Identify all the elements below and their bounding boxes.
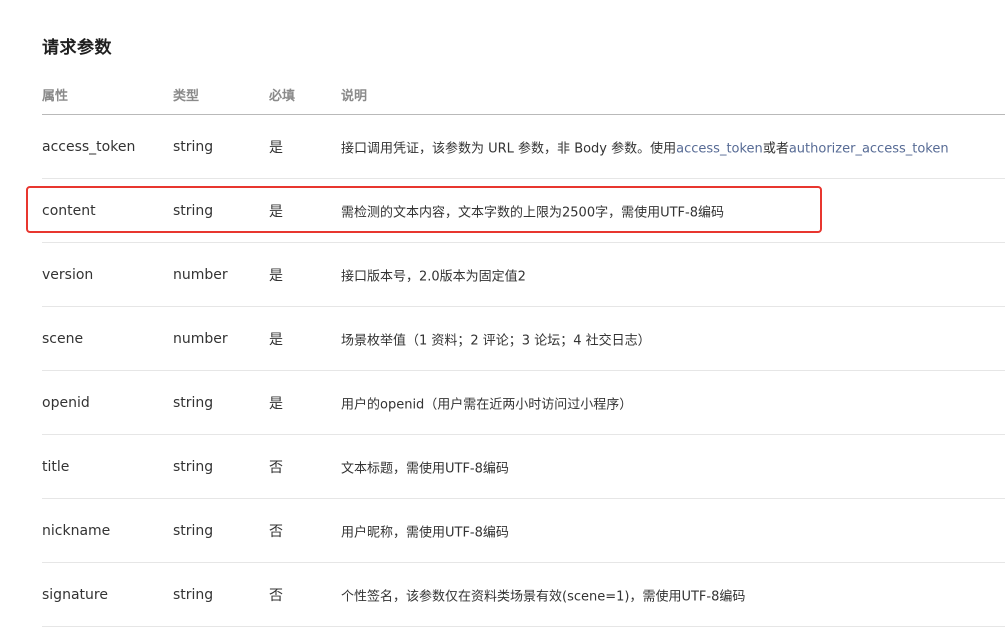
param-type: string (173, 458, 214, 475)
param-description: 场景枚举值（1 资料；2 评论；3 论坛；4 社交日志） (341, 333, 651, 348)
table-row-scene: scene number 是 场景枚举值（1 资料；2 评论；3 论坛；4 社交… (42, 307, 1005, 371)
table-header: 属性 类型 必填 说明 (42, 72, 1005, 115)
column-header-type: 类型 (173, 89, 200, 104)
param-description: 用户昵称，需使用UTF-8编码 (341, 525, 509, 540)
param-type: string (173, 138, 214, 155)
param-description: 个性签名，该参数仅在资料类场景有效(scene=1)，需使用UTF-8编码 (341, 589, 746, 604)
param-description: 需检测的文本内容，文本字数的上限为2500字，需使用UTF-8编码 (341, 205, 724, 220)
params-table: 属性 类型 必填 说明 access_token string 是 接口调用凭证… (42, 72, 1005, 627)
param-name: scene (42, 330, 84, 347)
param-name: access_token (42, 138, 136, 155)
table-row-version: version number 是 接口版本号，2.0版本为固定值2 (42, 243, 1005, 307)
param-required: 是 (269, 395, 283, 412)
param-type: string (173, 202, 214, 219)
table-row-title: title string 否 文本标题，需使用UTF-8编码 (42, 435, 1005, 499)
param-type: number (173, 266, 228, 283)
param-required: 是 (269, 139, 283, 156)
param-name: version (42, 266, 94, 283)
param-required: 否 (269, 587, 283, 604)
param-required: 否 (269, 523, 283, 540)
param-name: openid (42, 394, 90, 411)
column-header-name: 属性 (42, 89, 69, 104)
param-type: number (173, 330, 228, 347)
param-name: nickname (42, 522, 111, 539)
description-text-or: 或者 (762, 141, 789, 156)
param-name: content (42, 202, 96, 219)
param-required: 是 (269, 267, 283, 284)
param-required: 是 (269, 203, 283, 220)
description-text: 接口调用凭证，该参数为 URL 参数，非 Body 参数。使用 (341, 141, 677, 156)
table-row-access-token: access_token string 是 接口调用凭证，该参数为 URL 参数… (42, 115, 1005, 179)
table-row-signature: signature string 否 个性签名，该参数仅在资料类场景有效(sce… (42, 563, 1005, 627)
param-name: title (42, 458, 70, 475)
param-required: 是 (269, 331, 283, 348)
param-name: signature (42, 586, 108, 603)
param-description: 文本标题，需使用UTF-8编码 (341, 461, 509, 476)
access-token-link[interactable]: access_token (676, 141, 763, 156)
table-row-openid: openid string 是 用户的openid（用户需在近两小时访问过小程序… (42, 371, 1005, 435)
param-required: 否 (269, 459, 283, 476)
param-description: 接口版本号，2.0版本为固定值2 (341, 269, 526, 284)
param-description: 用户的openid（用户需在近两小时访问过小程序） (341, 397, 633, 412)
column-header-required: 必填 (269, 89, 296, 104)
table-row-content: content string 是 需检测的文本内容，文本字数的上限为2500字，… (42, 179, 1005, 243)
section-title: 请求参数 (42, 38, 112, 58)
param-type: string (173, 394, 214, 411)
authorizer-access-token-link[interactable]: authorizer_access_token (789, 141, 949, 156)
param-type: string (173, 522, 214, 539)
param-description: 接口调用凭证，该参数为 URL 参数，非 Body 参数。使用access_to… (341, 137, 949, 156)
param-type: string (173, 586, 214, 603)
column-header-description: 说明 (341, 89, 368, 104)
table-row-nickname: nickname string 否 用户昵称，需使用UTF-8编码 (42, 499, 1005, 563)
